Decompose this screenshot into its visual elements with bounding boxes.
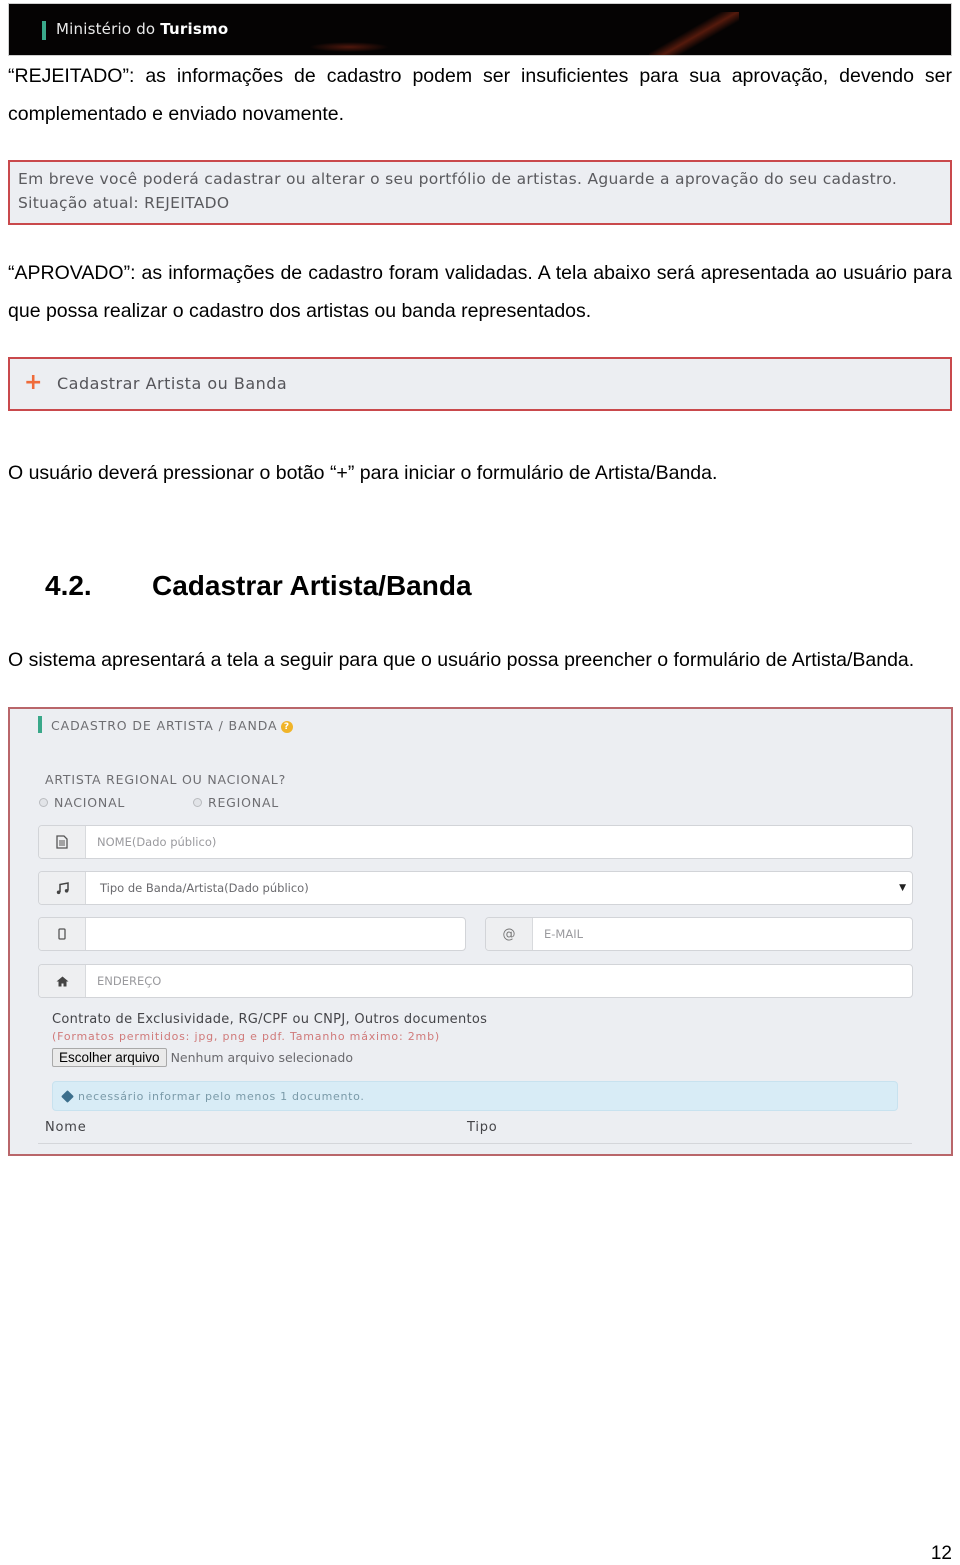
banner-accent-bar: [42, 21, 46, 40]
add-artist-screenshot: + Cadastrar Artista ou Banda: [8, 357, 952, 411]
radio-nacional-label: NACIONAL: [54, 795, 126, 810]
address-input[interactable]: ENDEREÇO: [86, 965, 912, 997]
banner-decoration: [649, 12, 739, 55]
table-header-divider: [38, 1143, 912, 1144]
radio-circle-icon[interactable]: [39, 798, 48, 807]
ministry-banner: Ministério do Turismo: [8, 3, 952, 56]
phone-input-group: [38, 917, 466, 951]
section-title: Cadastrar Artista/Banda: [152, 570, 472, 601]
choose-file-button[interactable]: Escolher arquivo: [52, 1048, 167, 1067]
phone-input[interactable]: [86, 918, 465, 950]
paragraph-botao: O usuário deverá pressionar o botão “+” …: [8, 462, 718, 484]
info-alert: necessário informar pelo menos 1 documen…: [52, 1081, 898, 1111]
status-screenshot: Em breve você poderá cadastrar ou altera…: [8, 160, 952, 225]
radio-regional-label: REGIONAL: [208, 795, 280, 810]
documents-format-hint: (Formatos permitidos: jpg, png e pdf. Ta…: [52, 1030, 440, 1043]
info-icon: [61, 1089, 74, 1103]
form-accent-bar: [38, 716, 42, 733]
paragraph-aprovado: “APROVADO”: as informações de cadastro f…: [8, 262, 952, 322]
radio-nacional[interactable]: NACIONAL: [39, 795, 125, 810]
document-icon: [39, 826, 86, 858]
status-message: Em breve você poderá cadastrar ou altera…: [18, 170, 898, 188]
at-icon: @: [486, 918, 533, 950]
file-upload: Escolher arquivo Nenhum arquivo selecion…: [52, 1048, 353, 1067]
status-current: Situação atual: REJEITADO: [18, 194, 230, 212]
form-title-text: CADASTRO DE ARTISTA / BANDA: [51, 718, 278, 733]
band-type-select[interactable]: Tipo de Banda/Artista(Dado público) ▼: [86, 872, 912, 904]
add-artist-button-label[interactable]: Cadastrar Artista ou Banda: [57, 374, 287, 393]
email-input[interactable]: E-MAIL: [533, 918, 912, 950]
form-title: CADASTRO DE ARTISTA / BANDA?: [51, 718, 293, 733]
address-input-group: ENDEREÇO: [38, 964, 913, 998]
paragraph-rejeitado: “REJEITADO”: as informações de cadastro …: [8, 65, 952, 125]
music-icon: [39, 872, 86, 904]
radio-circle-icon[interactable]: [193, 798, 202, 807]
banner-decoration: [309, 42, 389, 52]
file-status: Nenhum arquivo selecionado: [170, 1050, 353, 1065]
name-input[interactable]: NOME(Dado público): [86, 826, 912, 858]
section-number: 4.2.: [45, 570, 92, 601]
artist-scope-question: ARTISTA REGIONAL OU NACIONAL?: [45, 772, 287, 787]
info-alert-text: necessário informar pelo menos 1 documen…: [78, 1089, 365, 1103]
radio-regional[interactable]: REGIONAL: [193, 795, 279, 810]
email-input-group: @ E-MAIL: [485, 917, 913, 951]
mobile-icon: [39, 918, 86, 950]
band-type-selected: Tipo de Banda/Artista(Dado público): [100, 881, 309, 895]
artist-form-screenshot: CADASTRO DE ARTISTA / BANDA? ARTISTA REG…: [8, 707, 953, 1156]
section-heading: 4.2. Cadastrar Artista/Banda: [45, 570, 472, 602]
documents-title: Contrato de Exclusividade, RG/CPF ou CNP…: [52, 1012, 488, 1027]
help-icon[interactable]: ?: [280, 721, 293, 733]
banner-title: Ministério do Turismo: [56, 20, 228, 38]
paragraph-sistema: O sistema apresentará a tela a seguir pa…: [8, 649, 915, 671]
banner-title-bold: Turismo: [160, 20, 229, 38]
plus-icon[interactable]: +: [24, 370, 42, 395]
dropdown-caret-icon[interactable]: ▼: [899, 883, 906, 893]
table-header-nome: Nome: [45, 1120, 87, 1135]
banner-title-regular: Ministério do: [56, 20, 161, 38]
page-number: 12: [930, 1543, 952, 1564]
home-icon: [39, 965, 86, 997]
table-header-tipo: Tipo: [467, 1120, 498, 1135]
name-input-group: NOME(Dado público): [38, 825, 913, 859]
type-select-group: Tipo de Banda/Artista(Dado público) ▼: [38, 871, 913, 905]
